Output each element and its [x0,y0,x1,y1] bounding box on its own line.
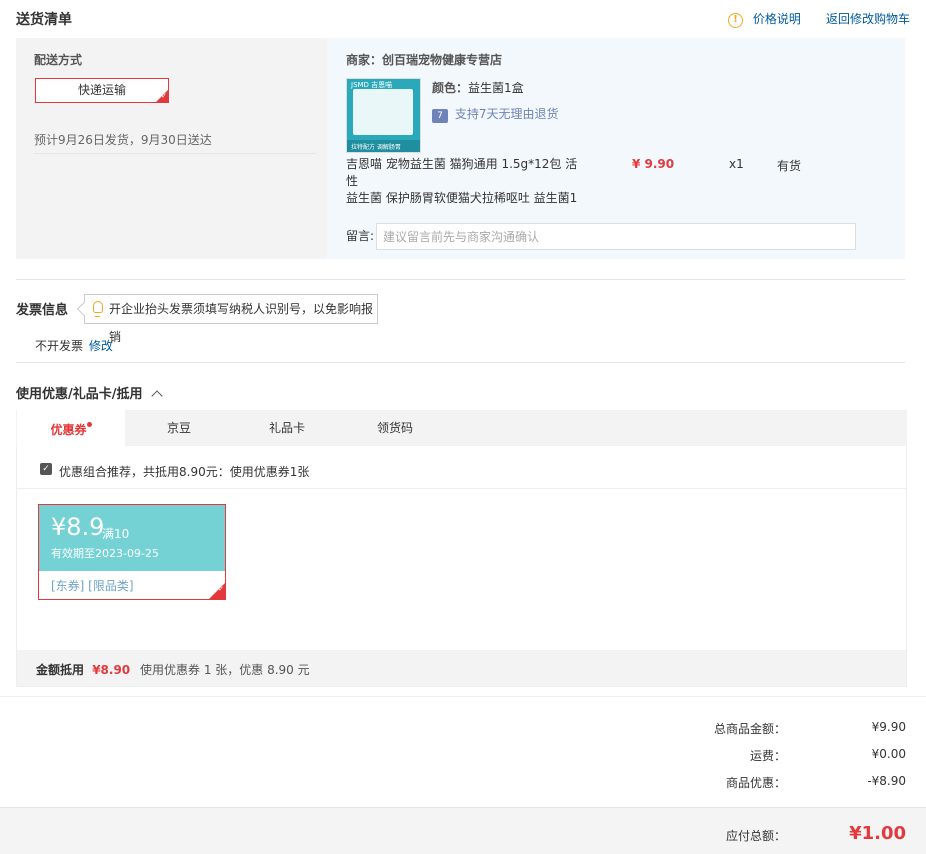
coupon-validity: 有效期至2023-09-25 [51,547,159,560]
discount-value: -¥8.90 [867,774,906,788]
invoice-title: 发票信息 [16,303,69,318]
tab-coupons[interactable]: 优惠券 [17,410,125,446]
coupon-tags: [东券] [限品类] [51,579,134,593]
product-name[interactable]: 吉恩喵 宠物益生菌 猫狗通用 1.5g*12包 活性 益生菌 保护肠胃软便猫犬拉… [346,156,586,207]
color-label: 颜色： [432,81,469,95]
invoice-tip: 开企业抬头发票须填写纳税人识别号，以免影响报销 [76,294,378,344]
product-thumbnail[interactable]: JSMD 吉恩喵 拉特配方 调解肠胃 [346,78,421,153]
combo-checkbox[interactable]: ✓ [40,463,52,475]
coupon-summary-bar: 金额抵用 ¥8.90 使用优惠券 1 张，优惠 8.90 元 [17,650,906,686]
back-to-cart-link[interactable]: 返回修改购物车 [826,11,910,27]
summary-label: 金额抵用 [36,663,85,677]
product-color: 颜色：益生菌1盒 [432,79,524,96]
invoice-tip-text: 开企业抬头发票须填写纳税人识别号，以免影响报销 [109,302,374,344]
new-dot-icon [86,422,92,427]
shop-name: 创百瑞宠物健康专营店 [382,53,503,67]
note-label: 留言: [346,229,375,243]
divider [17,488,906,489]
seven-day-return-icon: 7 [432,109,448,123]
divider [16,362,905,363]
summary-amount: ¥8.90 [92,663,131,677]
invoice-edit-link[interactable]: 修改 [89,339,113,353]
page-title: 送货清单 [16,12,72,28]
shipping-method-label: 配送方式 [34,53,83,67]
discount-label: 商品优惠： [725,776,786,790]
tip-arrow [76,301,92,317]
selected-check-icon [156,90,168,102]
coupon-panel: ✓ 优惠组合推荐，共抵用8.90元：使用优惠券1张 ¥8.9 满10 有效期至2… [16,446,907,687]
shop-panel: 商家：创百瑞宠物健康专营店 JSMD 吉恩喵 拉特配方 调解肠胃 颜色：益生菌1… [327,38,905,259]
product-name-line2: 益生菌 保护肠胃软便猫犬拉稀呕吐 益生菌1 [346,191,578,205]
delivery-estimate: 预计9月26日发货，9月30日送达 [34,133,212,147]
lightbulb-icon [93,301,103,317]
shipping-method-button[interactable]: 快递运输 [35,78,169,103]
shipping-method-value: 快递运输 [77,83,126,97]
price-note-link[interactable]: ! 价格说明 [728,11,801,28]
combo-recommend-text: 优惠组合推荐，共抵用8.90元：使用优惠券1张 [59,465,310,479]
product-quantity: x1 [729,157,744,171]
product-name-line1: 吉恩喵 宠物益生菌 猫狗通用 1.5g*12包 活性 [346,157,578,188]
thumb-tagline: 拉特配方 调解肠胃 [351,144,401,151]
stock-status: 有货 [777,159,802,173]
invoice-status: 不开发票 [35,339,84,353]
coupon-section-title: 使用优惠/礼品卡/抵用 [16,387,143,402]
coupon-card[interactable]: ¥8.9 满10 有效期至2023-09-25 [东券] [限品类] [38,504,226,600]
tab-pickup-code[interactable]: 领货码 [341,410,449,446]
product-price: ¥ 9.90 [632,157,675,171]
coupon-tabs: 优惠券 京豆 礼品卡 领货码 [16,410,907,446]
warning-icon: ! [728,13,743,28]
freight-label: 运费： [749,749,786,763]
divider [0,696,926,697]
coupon-selected-check-icon [209,583,225,599]
shop-line: 商家：创百瑞宠物健康专营店 [346,51,502,68]
payable-bar: 应付总额： ¥1.00 [0,807,926,854]
chevron-up-icon [151,389,163,402]
freight-value: ¥0.00 [871,747,906,761]
coupon-amount: ¥8.9 [51,513,105,541]
shipping-panel: 配送方式 快递运输 预计9月26日发货，9月30日送达 [16,38,327,259]
product-box-image [353,89,413,135]
payable-value: ¥1.00 [849,823,906,844]
price-note-label: 价格说明 [752,12,801,26]
tab-jingdou[interactable]: 京豆 [125,410,233,446]
goods-total-value: ¥9.90 [871,720,906,734]
shop-label: 商家： [346,53,383,67]
summary-detail: 使用优惠券 1 张，优惠 8.90 元 [140,663,310,677]
divider [34,153,316,154]
invoice-status-line: 不开发票 修改 [35,337,113,354]
tab-gift-card[interactable]: 礼品卡 [233,410,341,446]
coupon-card-header: ¥8.9 满10 有效期至2023-09-25 [39,505,225,571]
color-value: 益生菌1盒 [468,81,524,95]
return-policy: 7 支持7天无理由退货 [432,105,558,123]
coupon-section-toggle[interactable]: 使用优惠/礼品卡/抵用 [16,383,163,402]
goods-total-label: 总商品金额： [713,722,786,736]
order-note-input[interactable] [376,223,856,250]
return-policy-text: 支持7天无理由退货 [454,107,559,121]
coupon-condition: 满10 [102,527,130,541]
tab-coupons-label: 优惠券 [50,423,87,437]
coupon-summary: 金额抵用 ¥8.90 [36,661,130,678]
divider [16,279,905,280]
payable-label: 应付总额： [725,829,786,843]
